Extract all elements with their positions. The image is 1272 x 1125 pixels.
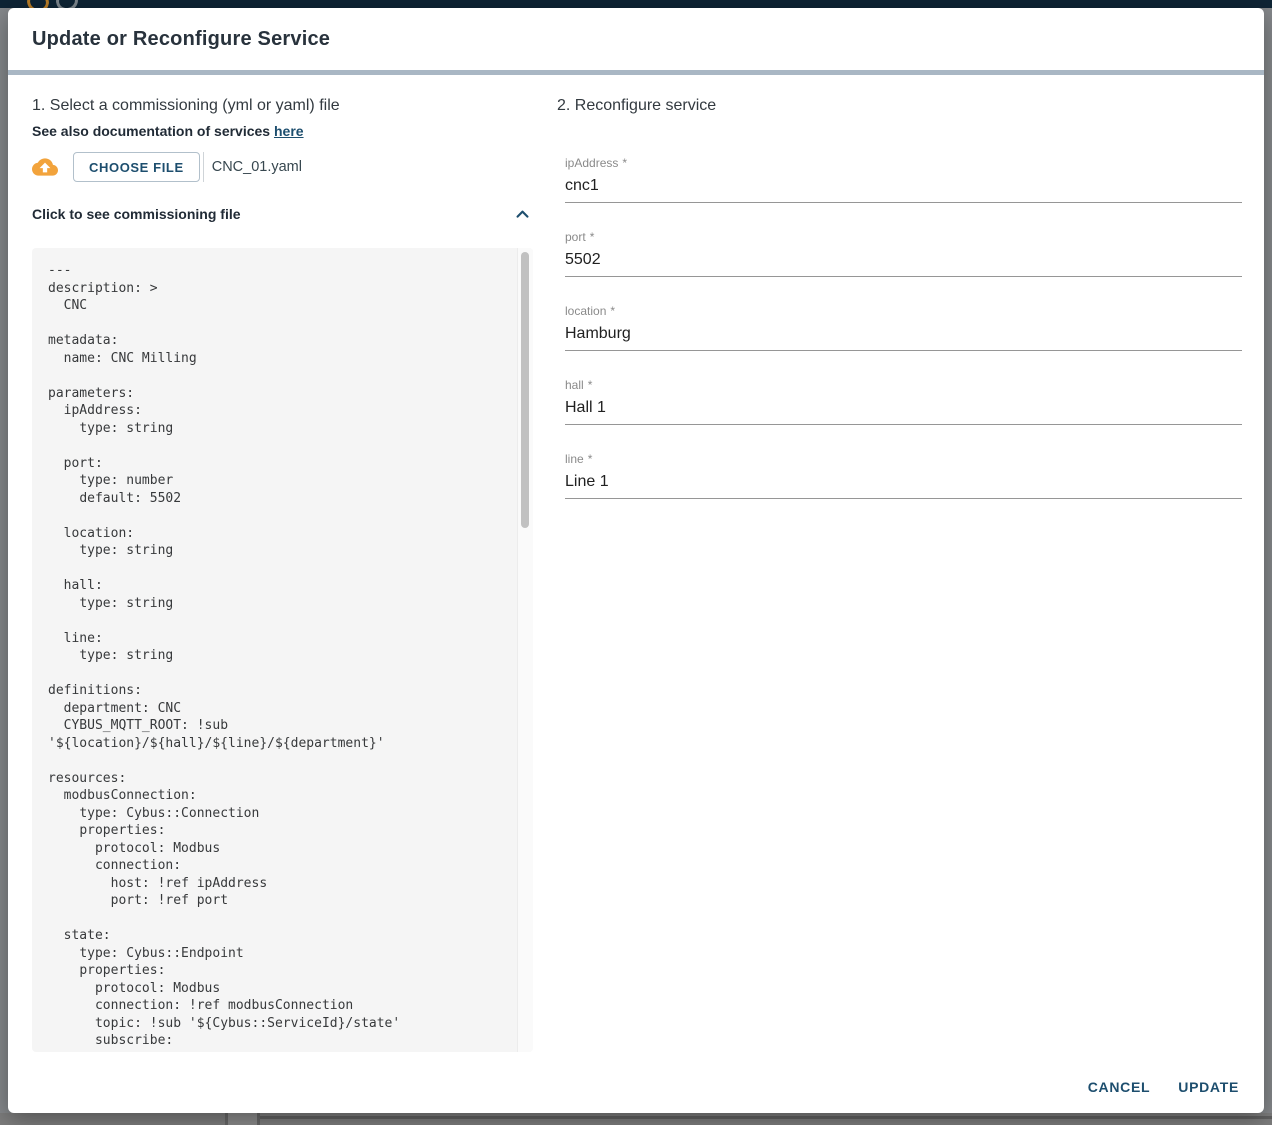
input-underline [565,350,1242,351]
field-port: port* 5502 [565,230,1242,277]
field-label: ipAddress* [565,156,1242,170]
code-scrollbar[interactable] [517,248,533,1052]
field-ipaddress: ipAddress* cnc1 [565,156,1242,203]
reconfigure-heading: 2. Reconfigure service [557,97,716,115]
yaml-code: --- description: > CNC metadata: name: C… [32,248,533,1052]
code-scrollbar-thumb[interactable] [521,252,529,528]
field-label: hall* [565,378,1242,392]
dialog-body: 1. Select a commissioning (yml or yaml) … [8,75,1264,1113]
choose-file-button[interactable]: CHOOSE FILE [73,152,200,182]
ipaddress-input[interactable]: cnc1 [565,176,1242,195]
chevron-up-icon[interactable] [514,206,531,223]
filename-separator [203,152,204,182]
required-asterisk: * [622,156,627,170]
update-button[interactable]: UPDATE [1169,1071,1248,1103]
background-logo-fragment [54,0,80,8]
dialog-header: Update or Reconfigure Service [8,8,1264,70]
field-label: port* [565,230,1242,244]
dimmed-background-table [0,1113,1272,1125]
field-hall: hall* Hall 1 [565,378,1242,425]
selected-file-name: CNC_01.yaml [212,159,302,175]
port-input[interactable]: 5502 [565,250,1242,269]
cancel-button[interactable]: CANCEL [1079,1071,1160,1103]
background-table-border [260,1116,1272,1119]
required-asterisk: * [588,452,593,466]
dialog-title: Update or Reconfigure Service [32,28,330,51]
dialog-actions: CANCEL UPDATE [1079,1071,1248,1103]
line-input[interactable]: Line 1 [565,472,1242,491]
commissioning-file-viewer[interactable]: --- description: > CNC metadata: name: C… [32,248,533,1052]
field-location: location* Hamburg [565,304,1242,351]
location-input[interactable]: Hamburg [565,324,1242,343]
input-underline [565,498,1242,499]
commissioning-file-toggle-label: Click to see commissioning file [32,206,241,222]
input-underline [565,424,1242,425]
required-asterisk: * [590,230,595,244]
background-table-cell [228,1113,257,1125]
required-asterisk: * [610,304,615,318]
background-logo-fragment [24,0,51,8]
documentation-link[interactable]: here [274,123,304,139]
background-table-divider [257,1113,260,1125]
select-file-heading: 1. Select a commissioning (yml or yaml) … [32,97,340,115]
cloud-upload-icon [32,154,58,180]
input-underline [565,276,1242,277]
background-app-bar [0,0,1272,8]
field-label: line* [565,452,1242,466]
required-asterisk: * [588,378,593,392]
input-underline [565,202,1242,203]
file-upload-row: CHOOSE FILE CNC_01.yaml [32,152,302,182]
update-service-dialog: Update or Reconfigure Service 1. Select … [8,8,1264,1113]
documentation-note: See also documentation of services here [32,123,304,139]
field-label: location* [565,304,1242,318]
documentation-note-text: See also documentation of services [32,123,270,139]
field-line: line* Line 1 [565,452,1242,499]
hall-input[interactable]: Hall 1 [565,398,1242,417]
commissioning-file-toggle[interactable]: Click to see commissioning file [32,203,533,225]
